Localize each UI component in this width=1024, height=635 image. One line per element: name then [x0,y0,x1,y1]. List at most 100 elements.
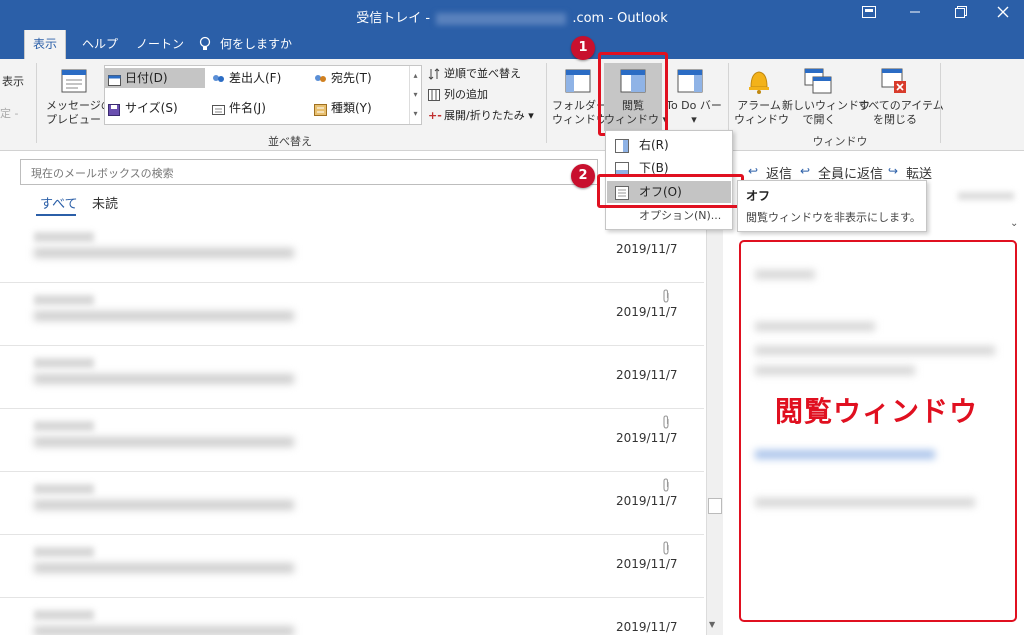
blurred-text [755,322,875,331]
message-list-scrollbar[interactable]: ▼ [706,222,723,635]
blurred-text [755,366,915,375]
blurred-subject [34,437,294,447]
close-all-items-button[interactable]: すべてのアイテム を閉じる [858,99,944,127]
blurred-account [436,12,567,25]
message-date: 2019/11/7 [616,620,678,634]
reverse-sort-button[interactable]: 逆順で並べ替え [428,65,521,83]
restore-icon[interactable] [938,0,984,30]
blurred-subject [34,626,294,635]
blurred-subject [34,563,294,573]
blurred-subject [34,374,294,384]
paperclip-icon [662,415,670,433]
blurred-sender [34,547,94,557]
menu-item-right[interactable]: 右(R) [607,134,731,156]
close-all-items-icon [880,67,908,98]
tab-view[interactable]: 表示 [24,30,67,59]
close-icon[interactable] [980,0,1024,30]
sort-by-from[interactable]: 差出人(F) [209,68,309,88]
highlight-off-item [597,174,744,208]
blurred-text [755,346,995,355]
open-in-new-window-button[interactable]: 新しいウィンドウ で開く [782,99,870,127]
message-date: 2019/11/7 [616,431,678,445]
message-preview-label-1: メッセージの [46,99,112,112]
message-preview-button[interactable]: メッセージの プレビュー ▾ [46,99,112,127]
reminders-label-1: アラーム [737,99,781,112]
minimize-icon[interactable] [892,0,938,30]
blurred-subject [34,500,294,510]
reading-pane-annotation: 閲覧ウィンドウ [775,395,979,428]
filter-all[interactable]: すべて [40,193,78,212]
sort-size-label: サイズ(S) [125,101,178,115]
blurred-text [755,270,815,279]
menu-right-label: 右(R) [639,138,669,152]
paperclip-icon [662,478,670,496]
blurred-sender [34,421,94,431]
window-title-prefix: 受信トレイ - [356,11,431,26]
floppy-icon [108,102,121,116]
title-bar: 受信トレイ - .com - Outlook [0,0,1024,30]
blurred-header [958,192,1014,200]
filter-unread[interactable]: 未読 [92,193,118,212]
step-badge-1: 1 [571,36,595,60]
todo-bar-button[interactable]: To Do バー ▾ [664,99,724,127]
message-row[interactable]: 2019/11/7 [0,598,704,635]
ribbon: 表示 定 - メッセージの プレビュー ▾ 日付(D) 差出人(F) 宛先(T)… [0,59,1024,151]
group-separator [546,63,547,143]
people-icon [314,72,327,84]
message-preview-label-2: プレビュー [46,113,101,126]
expand-header-icon[interactable]: ⌄ [1010,218,1018,229]
message-row[interactable]: 2019/11/7 [0,409,704,472]
message-row[interactable]: 2019/11/7 [0,283,704,346]
blurred-text [755,498,975,507]
new-window-icon [804,67,832,98]
reply-all-icon: ↩ [800,164,811,178]
add-columns-button[interactable]: 列の追加 [428,86,488,104]
scroll-down-icon[interactable]: ▼ [709,620,715,629]
message-row[interactable]: 2019/11/7 [0,220,704,283]
bell-icon [746,67,772,98]
folder-pane-label-1: フォルダー [552,99,607,112]
ribbon-tabs: 表示 ヘルプ ノートン 何をしますか [0,30,1024,59]
reminders-label-2: ウィンドウ [734,113,789,126]
message-date: 2019/11/7 [616,368,678,382]
sort-date-label: 日付(D) [125,71,168,85]
sort-by-date[interactable]: 日付(D) [105,68,205,88]
tab-norton[interactable]: ノートン [128,30,192,59]
message-date: 2019/11/7 [616,557,678,571]
message-row[interactable]: 2019/11/7 [0,346,704,409]
tell-me-search[interactable]: 何をしますか [190,30,300,59]
sort-by-subject[interactable]: 件名(J) [209,98,309,118]
scrollbar-thumb[interactable] [708,498,722,514]
pane-bottom-icon [615,161,629,176]
blurred-subject [34,311,294,321]
ribbon-display-options-icon[interactable] [846,0,892,30]
sort-by-size[interactable]: サイズ(S) [105,98,205,118]
close-all-label-2: を閉じる [873,113,917,126]
tab-help[interactable]: ヘルプ [74,30,126,59]
message-date: 2019/11/7 [616,305,678,319]
menu-item-options[interactable]: オプション(N)... [607,205,731,227]
todo-bar-icon [676,67,704,98]
step-badge-2: 2 [571,164,595,188]
new-window-label-1: 新しいウィンドウ [782,99,870,112]
sort-by-to[interactable]: 宛先(T) [311,68,407,88]
type-icon [314,102,327,116]
sort-gallery-scroll[interactable]: ▴ ▾ ▾ [409,66,421,124]
sort-to-label: 宛先(T) [331,71,372,85]
sort-by-type[interactable]: 種類(Y) [311,98,407,118]
reminders-window-button[interactable]: アラーム ウィンドウ [734,99,789,127]
folder-pane-icon [564,67,592,98]
forward-icon: ↪ [888,164,899,178]
message-date: 2019/11/7 [616,242,678,256]
message-row[interactable]: 2019/11/7 [0,535,704,598]
paperclip-icon [662,289,670,307]
cut-off-label-2: 定 - [0,107,19,120]
expand-collapse-button[interactable]: +- 展開/折りたたみ ▾ [428,107,534,125]
message-row[interactable]: 2019/11/7 [0,472,704,535]
folder-pane-button[interactable]: フォルダー ウィンドウ ▾ [552,99,616,127]
blurred-sender [34,484,94,494]
cut-off-label: 表示 [2,75,24,88]
search-input[interactable]: 現在のメールボックスの検索 [20,159,598,185]
reverse-sort-icon [428,68,440,80]
off-tooltip: オフ 閲覧ウィンドウを非表示にします。 [737,180,927,232]
